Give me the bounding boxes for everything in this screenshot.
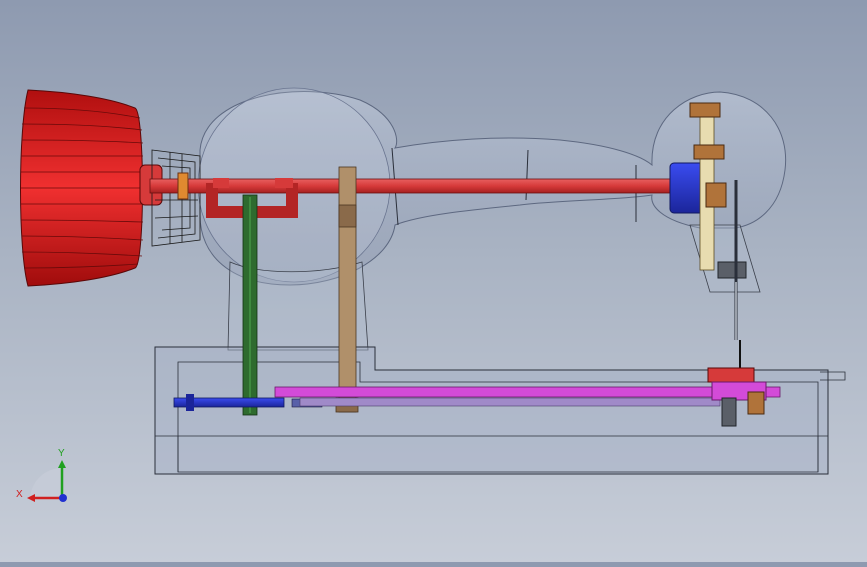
magenta-shaft[interactable] [274, 386, 781, 407]
handwheel[interactable] [20, 89, 163, 287]
machine-housing[interactable] [197, 87, 787, 351]
green-belt[interactable] [242, 194, 258, 416]
triad-y-label: Y [58, 448, 65, 459]
triad-x-label: X [16, 489, 23, 500]
cad-viewport[interactable]: X Y [0, 0, 867, 562]
machine-base[interactable] [154, 346, 846, 475]
triad-y-arrow-icon [58, 460, 66, 468]
orientation-triad: X Y [16, 448, 67, 502]
triad-z-dot-icon [59, 494, 67, 502]
tan-belt[interactable] [335, 166, 359, 413]
